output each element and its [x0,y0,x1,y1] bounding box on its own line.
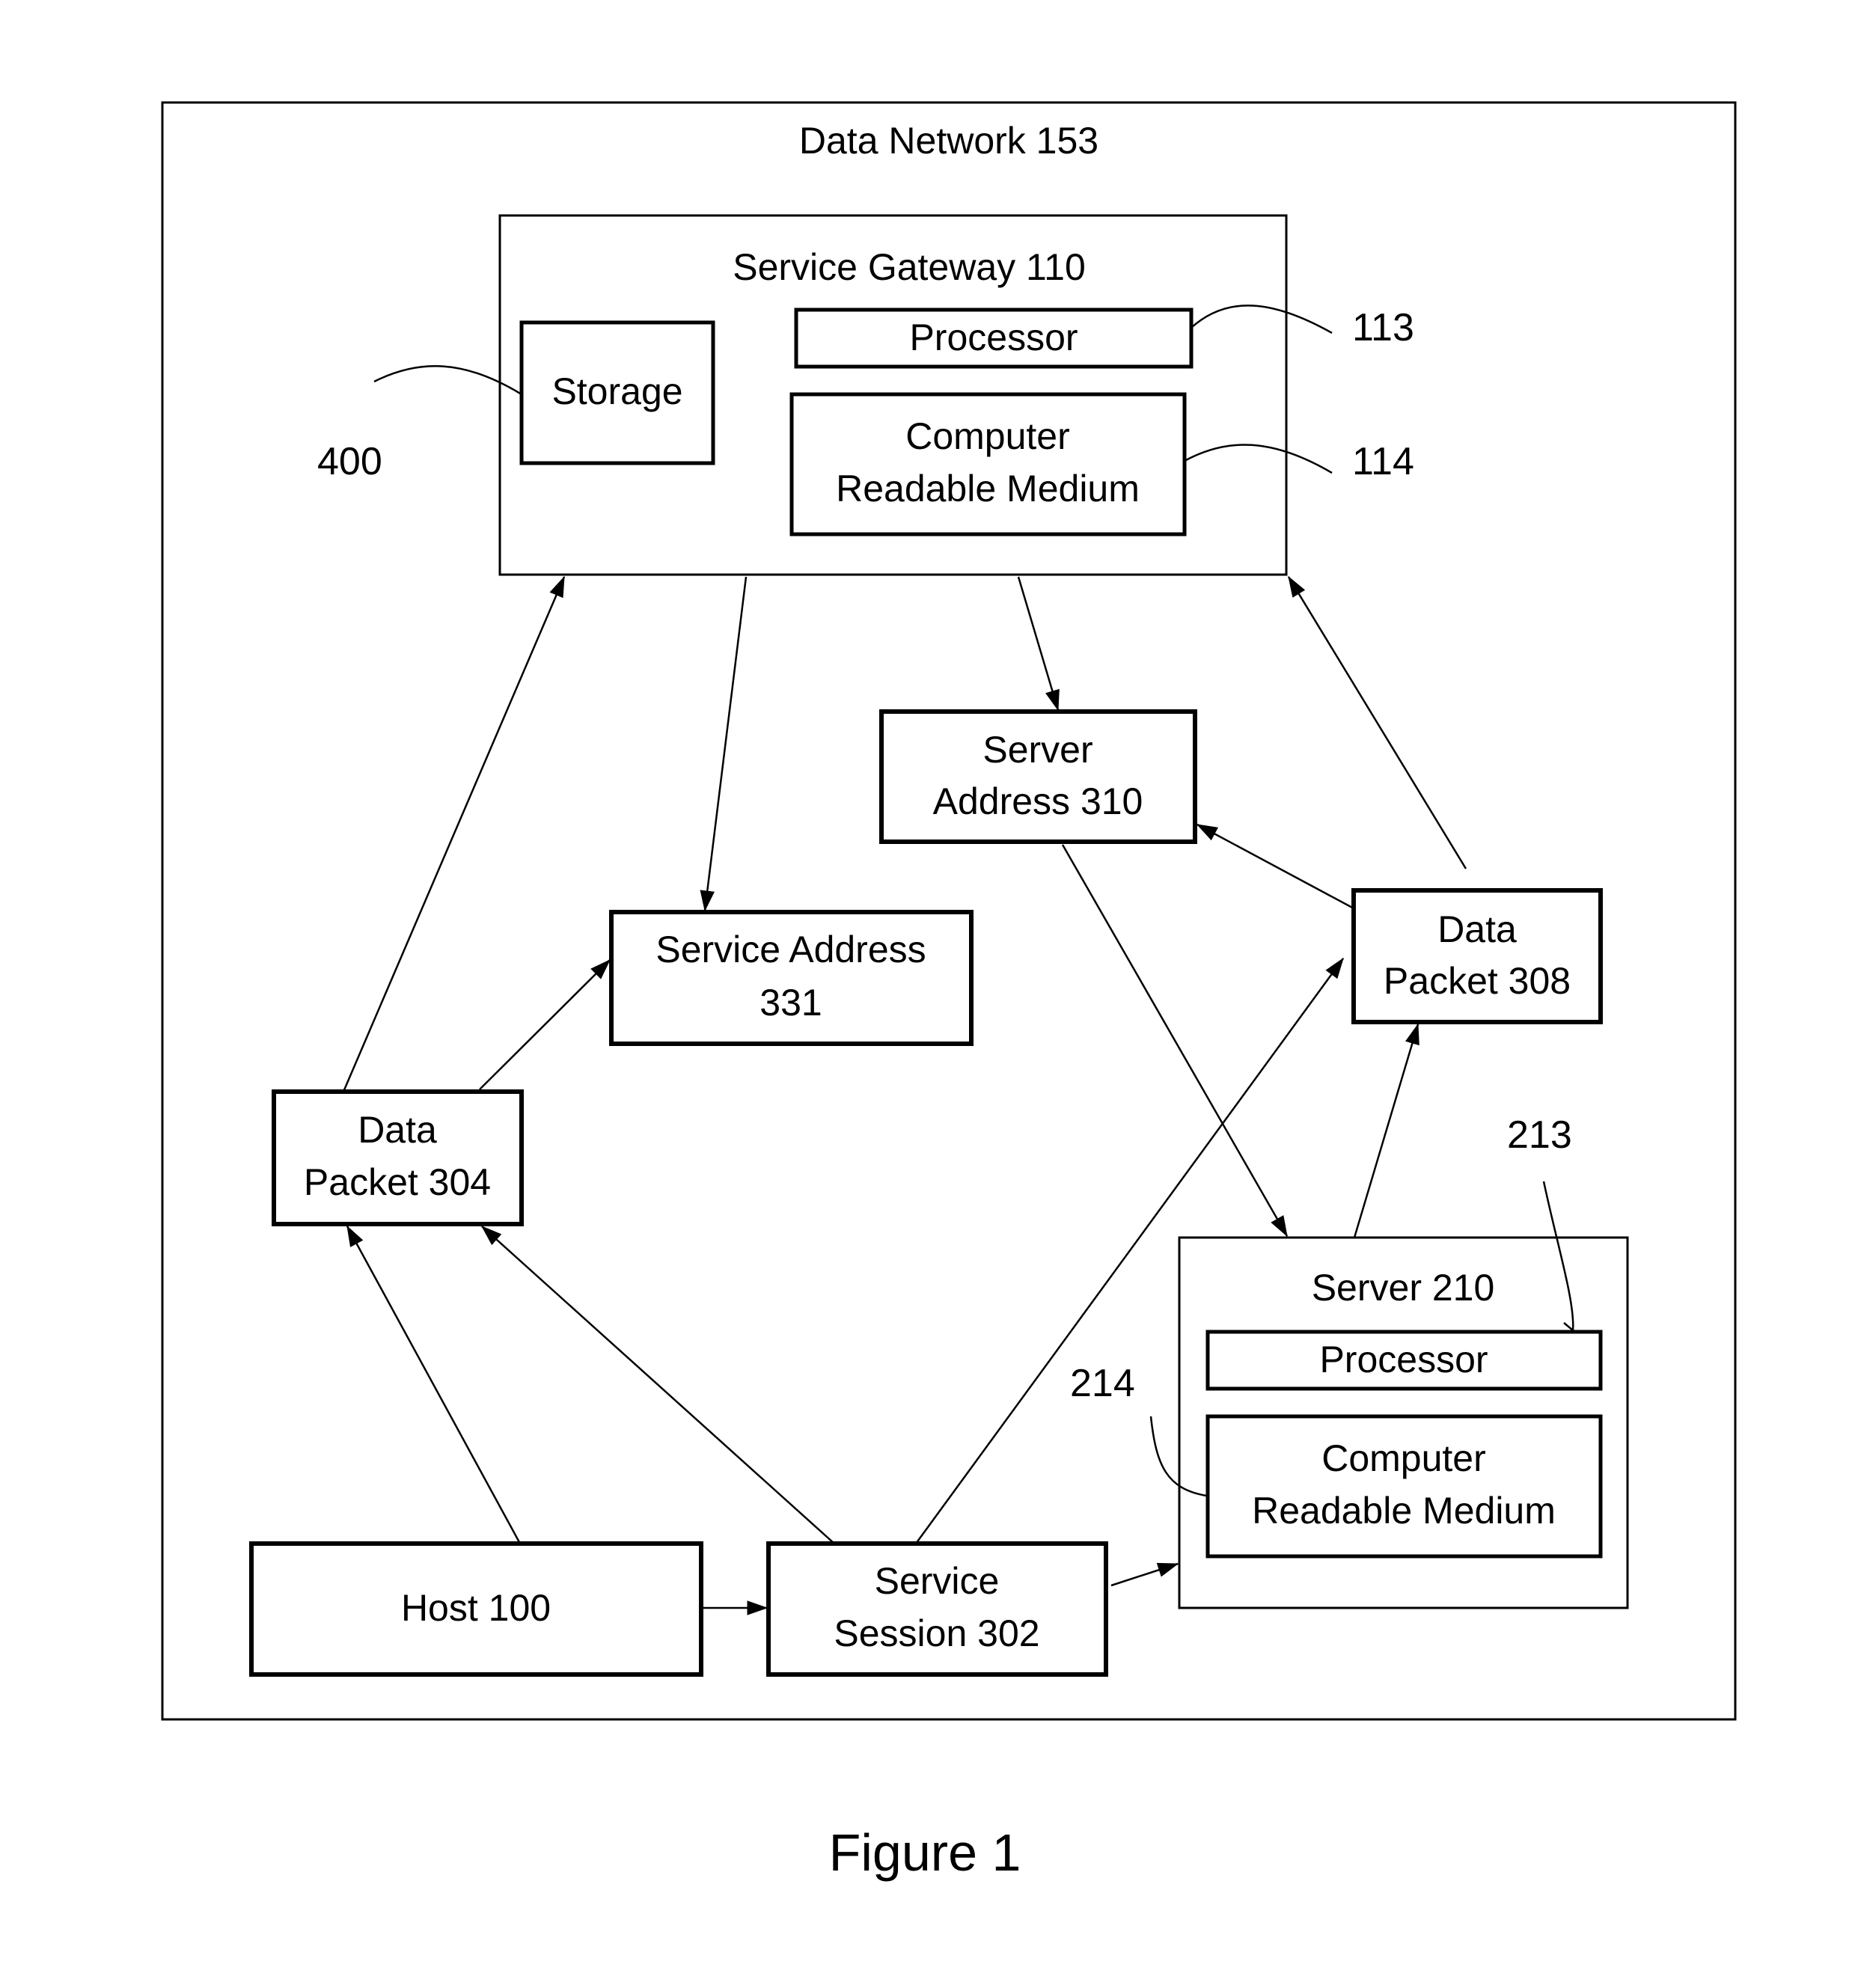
service-address-line1: Service Address [655,929,926,970]
server-address-line2: Address 310 [933,780,1143,822]
server-address-line1: Server [982,729,1092,771]
gateway-processor[interactable]: Processor [794,308,1194,369]
figure-caption: Figure 1 [829,1823,1021,1882]
ref-113: 113 [1352,306,1414,349]
data-packet-308[interactable]: Data Packet 308 [1351,888,1603,1024]
processor-label: Processor [909,316,1078,358]
service-gateway-label: Service Gateway 110 [733,246,1086,288]
ref-400: 400 [317,440,382,483]
server-210[interactable]: Server 210 Processor Computer Readable M… [1178,1236,1629,1609]
gateway-computer-readable-medium[interactable]: Computer Readable Medium [789,392,1187,536]
network-diagram: Data Network 153 Service Gateway 110 Sto… [161,101,1737,1882]
server-processor[interactable]: Processor [1205,1330,1603,1391]
server-computer-readable-medium[interactable]: Computer Readable Medium [1205,1414,1603,1559]
crm-label-line1: Computer [905,415,1070,457]
server-processor-label: Processor [1319,1339,1488,1380]
ref-114: 114 [1352,440,1414,483]
data-packet-304[interactable]: Data Packet 304 [272,1089,524,1226]
data-packet-304-line1: Data [358,1109,437,1151]
data-network-label: Data Network 153 [799,120,1098,162]
storage-label: Storage [551,370,682,412]
server-210-label: Server 210 [1312,1267,1495,1309]
data-packet-304-line2: Packet 304 [304,1161,491,1203]
data-packet-308-line1: Data [1437,908,1517,950]
ref-213: 213 [1507,1113,1572,1157]
gateway-storage[interactable]: Storage [519,320,715,465]
server-crm-line2: Readable Medium [1252,1490,1556,1532]
data-packet-308-line2: Packet 308 [1384,960,1571,1002]
host-100[interactable]: Host 100 [249,1541,703,1677]
service-session-line1: Service [875,1560,1000,1602]
service-session-302[interactable]: Service Session 302 [766,1541,1108,1677]
service-address-line2: 331 [760,982,822,1024]
server-crm-line1: Computer [1321,1437,1486,1479]
service-session-line2: Session 302 [834,1612,1039,1654]
service-address-331[interactable]: Service Address 331 [609,910,974,1046]
service-gateway-110[interactable]: Service Gateway 110 Storage Processor Co… [498,214,1288,576]
server-address-310[interactable]: Server Address 310 [879,709,1197,844]
host-label: Host 100 [401,1587,551,1629]
crm-label-line2: Readable Medium [836,468,1140,510]
ref-214: 214 [1070,1362,1135,1405]
